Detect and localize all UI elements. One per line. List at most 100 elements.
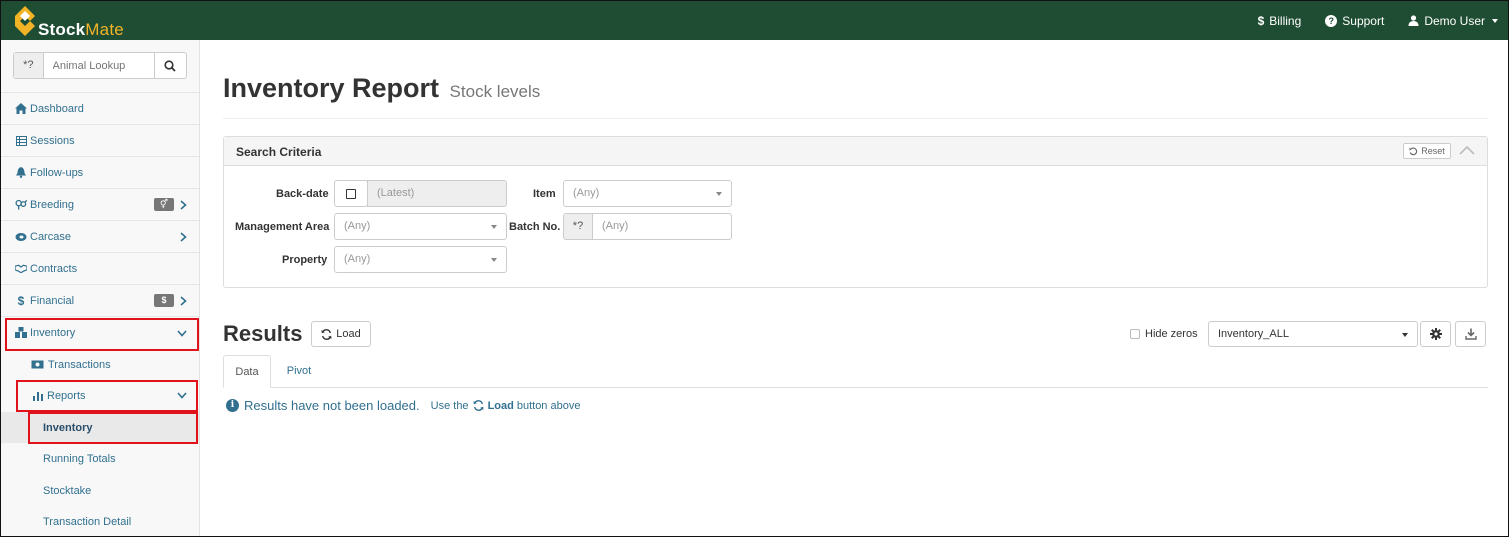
sidebar: *? Dashboard Sessions Follow-ups Breedin… [1,40,200,536]
backdate-checkbox[interactable] [346,189,356,199]
search-criteria-panel: Search Criteria Reset Back-date (Latest)… [223,136,1488,288]
sidebar-item-label: Follow-ups [30,166,84,179]
bell-icon [15,167,27,179]
money-icon [31,360,44,369]
gear-icon [1429,328,1442,340]
management-area-value: (Any) [344,220,371,232]
report-layout-value: Inventory_ALL [1218,328,1289,340]
tab-data[interactable]: Data [223,355,271,388]
property-label: Property [282,254,328,266]
download-button[interactable] [1455,321,1486,347]
sidebar-item-label: Running Totals [43,452,116,465]
sidebar-item-financial[interactable]: $ Financial $ [1,284,199,316]
panel-title: Search Criteria [236,145,322,159]
support-link[interactable]: ? Support [1325,14,1384,28]
sidebar-item-dashboard[interactable]: Dashboard [1,92,199,124]
sidebar-item-label: Dashboard [30,102,84,115]
load-button[interactable]: Load [311,321,371,347]
button-above-text: button above [516,399,581,412]
lookup-wildcard-prefix[interactable]: *? [14,53,44,78]
results-message: i Results have not been loaded. Use the … [226,398,580,413]
billing-link[interactable]: $ Billing [1258,14,1302,28]
backdate-input[interactable]: (Latest) [367,180,507,207]
item-select-value: (Any) [573,187,600,199]
page-subtitle: Stock levels [449,82,541,101]
sidebar-item-report-inventory[interactable]: Inventory [1,412,199,443]
breeding-badge: ⚥ [154,198,174,211]
question-circle-icon: ? [1325,14,1338,27]
sidebar-item-label: Financial [30,294,75,307]
caret-down-icon [716,192,722,196]
batch-wildcard-prefix[interactable]: *? [563,213,593,240]
search-icon [164,59,176,72]
sidebar-item-breeding[interactable]: Breeding ⚥ [1,188,199,220]
chevron-right-icon [180,200,187,210]
sidebar-item-transactions[interactable]: Transactions [1,349,199,380]
sidebar-item-label: Stocktake [43,484,92,497]
main-content: Inventory Report Stock levels Search Cri… [201,40,1508,536]
backdate-label: Back-date [276,188,329,200]
sidebar-item-transaction-detail[interactable]: Transaction Detail [1,506,199,537]
hide-zeros-toggle[interactable]: Hide zeros [1130,328,1198,340]
user-menu[interactable]: Demo User [1408,14,1498,28]
tab-pivot[interactable]: Pivot [273,355,325,388]
lookup-search-button[interactable] [153,53,186,78]
table-icon [15,135,27,147]
chevron-up-icon[interactable] [1459,145,1475,155]
caret-down-icon [1402,333,1408,337]
billing-label: Billing [1269,13,1302,28]
chevron-right-icon [180,296,187,306]
reset-button[interactable]: Reset [1403,143,1451,159]
caret-down-icon [491,258,497,262]
brand-name: StockMate [38,20,124,39]
use-the-text: Use the [430,399,469,412]
dollar-icon: $ [17,293,25,308]
settings-button[interactable] [1420,321,1451,347]
sidebar-item-label: Inventory [43,421,93,434]
refresh-icon [321,328,332,340]
refresh-icon [473,400,484,411]
dollar-icon: $ [1257,13,1265,28]
top-nav-links: $ Billing ? Support Demo User [1234,1,1498,40]
property-select[interactable]: (Any) [334,246,507,273]
sidebar-item-inventory[interactable]: Inventory [1,316,199,348]
sidebar-item-carcase[interactable]: Carcase [1,220,199,252]
property-value: (Any) [344,253,371,265]
item-label: Item [533,188,556,200]
animal-lookup-input[interactable] [43,53,154,78]
item-select[interactable]: (Any) [563,180,732,207]
caret-down-icon [1492,18,1498,23]
download-icon [1464,328,1477,340]
chevron-down-icon [177,392,187,399]
sidebar-item-label: Transaction Detail [43,515,132,528]
inline-load-text: Load [487,399,514,412]
sidebar-item-sessions[interactable]: Sessions [1,124,199,156]
breeding-icon [15,199,27,211]
carcase-icon [15,231,27,243]
sidebar-item-label: Carcase [30,230,71,243]
sidebar-item-label: Inventory [30,326,76,339]
top-navbar: StockMate $ Billing ? Support Demo User [1,1,1508,40]
report-layout-select[interactable]: Inventory_ALL [1208,321,1418,347]
sidebar-item-reports[interactable]: Reports [1,380,199,411]
handshake-icon [15,263,27,275]
sidebar-item-stocktake[interactable]: Stocktake [1,475,199,506]
load-label: Load [336,328,361,340]
batch-no-input[interactable]: (Any) [592,213,732,240]
chevron-right-icon [180,232,187,242]
management-area-select[interactable]: (Any) [334,213,507,240]
sidebar-item-label: Reports [47,389,86,402]
financial-badge: $ [154,294,174,307]
home-icon [15,103,27,115]
user-icon [1408,15,1419,26]
sidebar-item-running-totals[interactable]: Running Totals [1,443,199,474]
animal-lookup: *? [13,52,187,79]
backdate-checkbox-wrap [334,180,368,207]
sidebar-item-follow-ups[interactable]: Follow-ups [1,156,199,188]
not-loaded-text: Results have not been loaded. [244,398,420,413]
sidebar-item-contracts[interactable]: Contracts [1,252,199,284]
sidebar-item-label: Contracts [30,262,78,275]
management-area-label: Management Area [235,221,330,233]
hide-zeros-label: Hide zeros [1145,328,1198,340]
hide-zeros-checkbox[interactable] [1130,329,1140,339]
